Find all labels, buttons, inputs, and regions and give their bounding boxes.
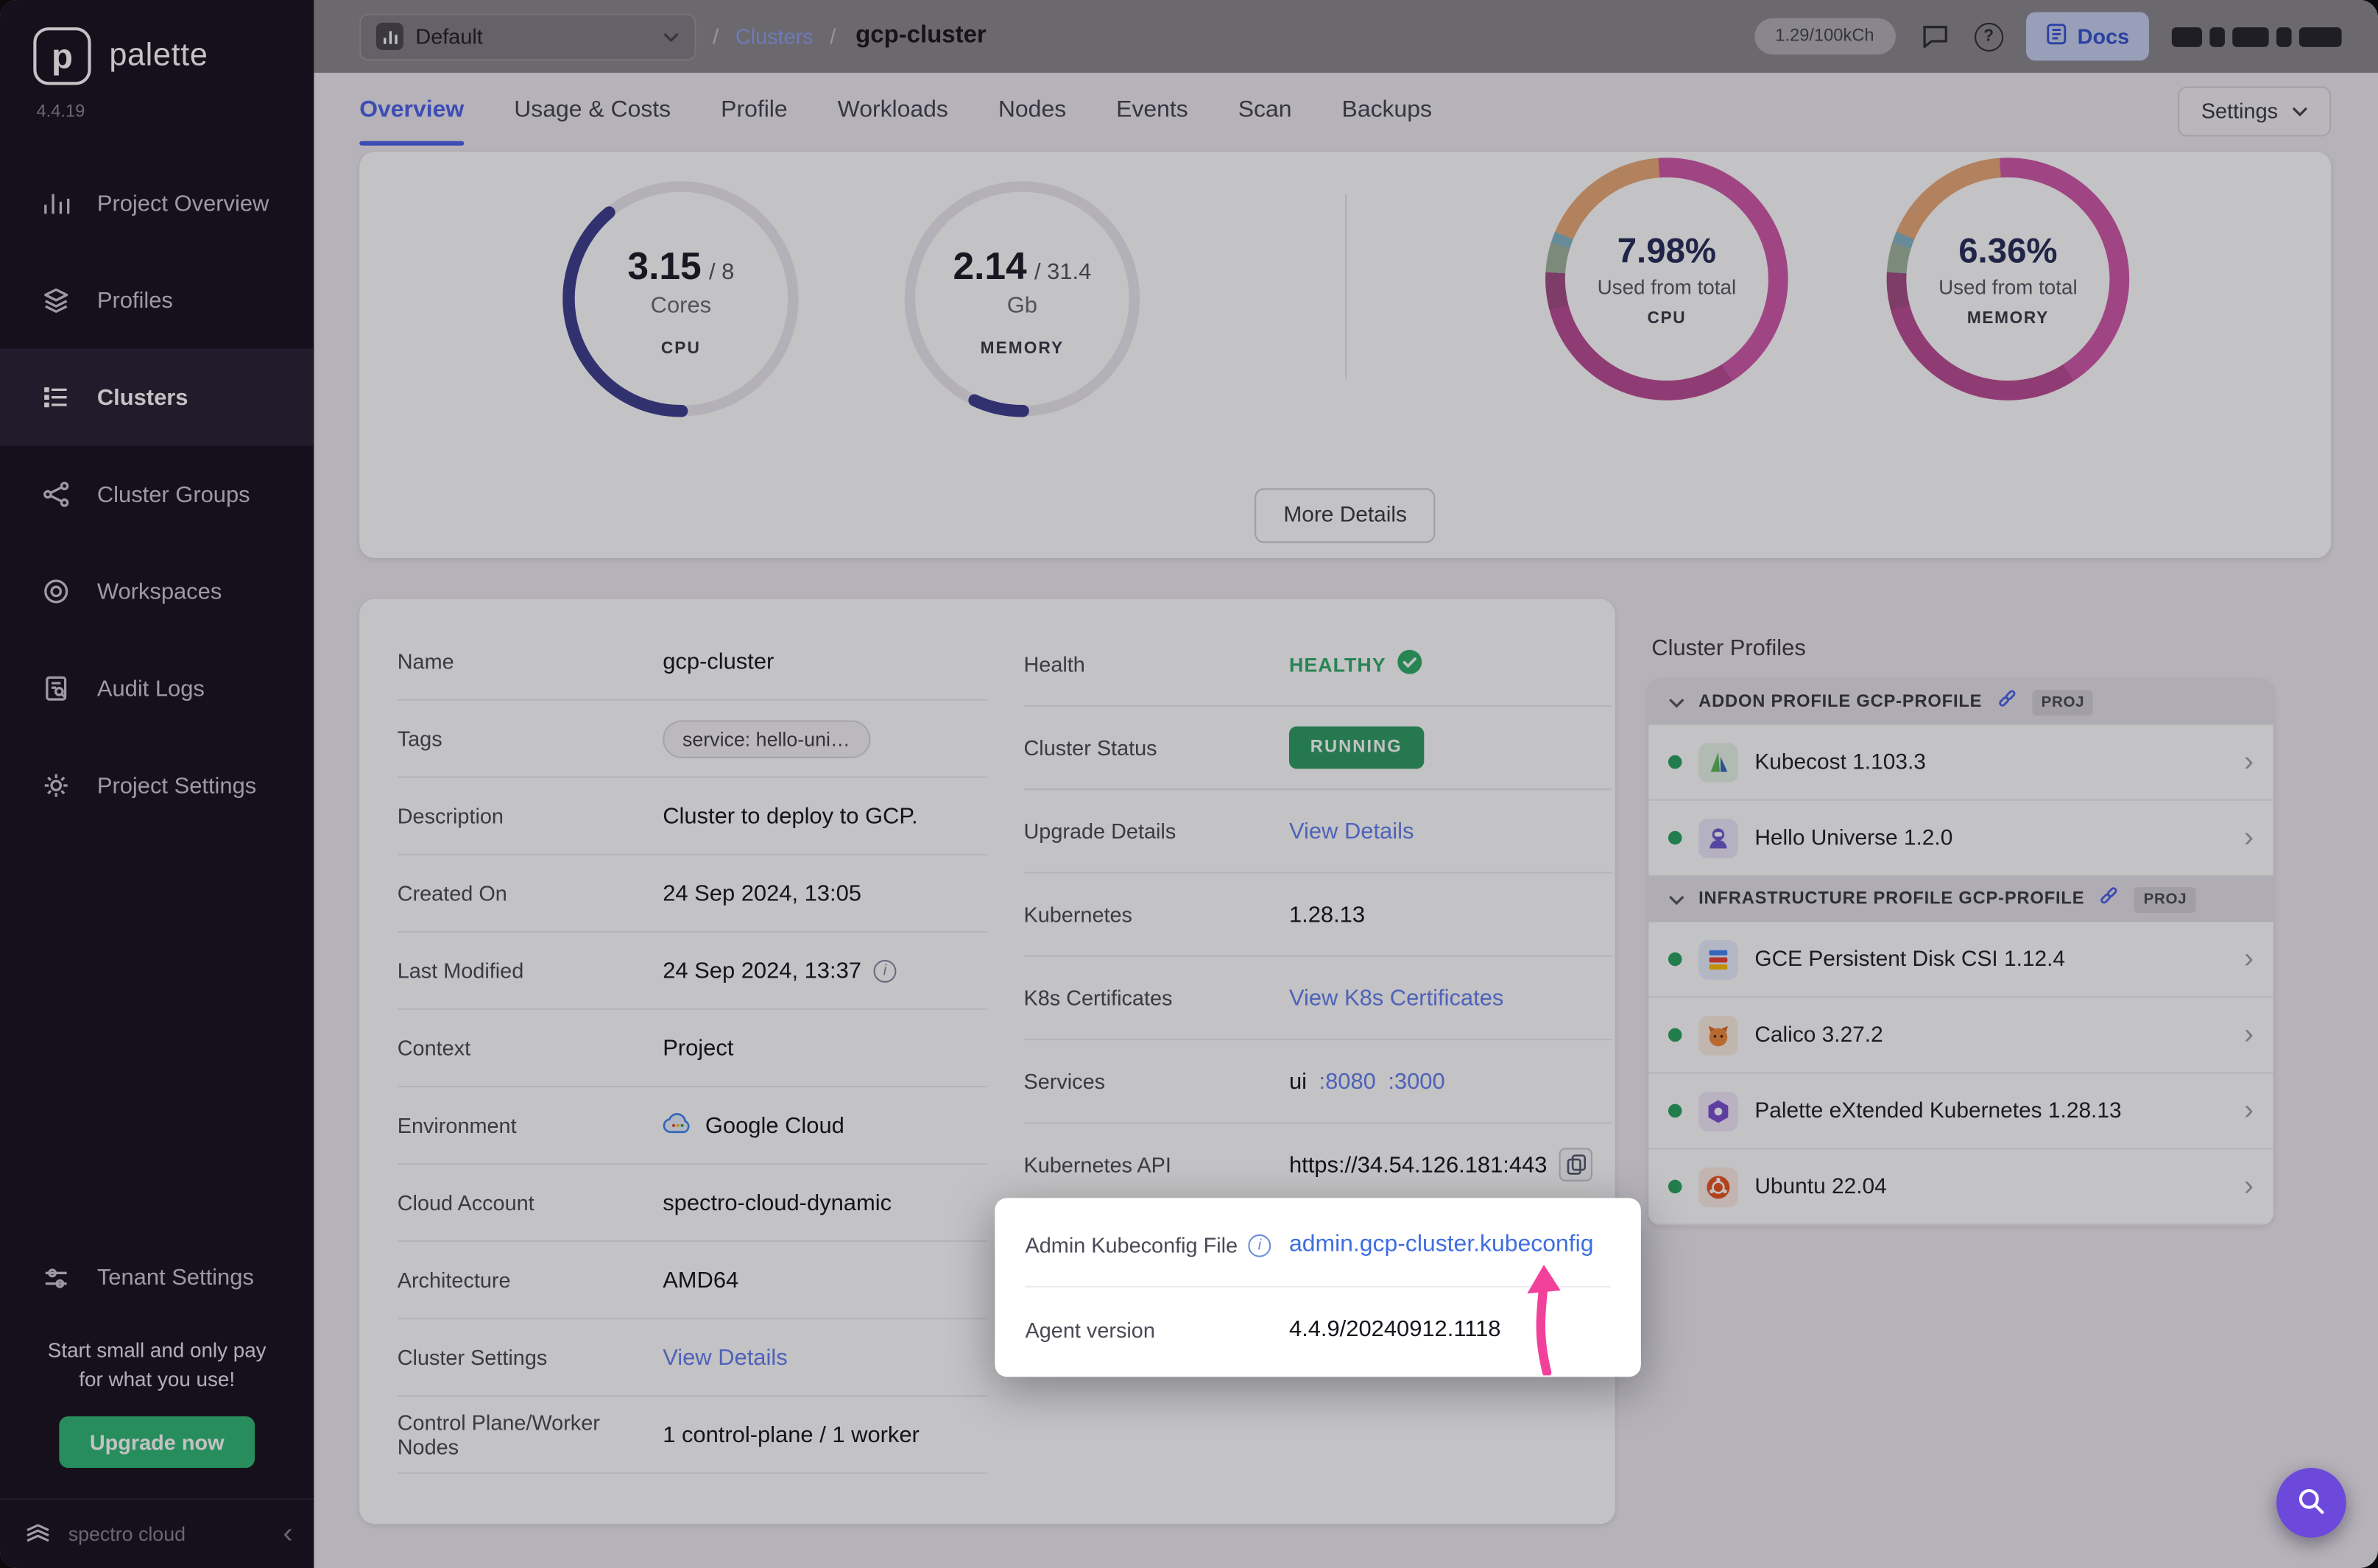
- info-icon[interactable]: i: [1248, 1234, 1271, 1257]
- highlight-arrow: [1520, 1263, 1568, 1383]
- screen: p palette 4.4.19 Project Overview Profil…: [0, 0, 2378, 1568]
- palette-app: p palette 4.4.19 Project Overview Profil…: [0, 0, 2378, 1568]
- search-icon: [2295, 1484, 2328, 1522]
- admin-kubeconfig-link[interactable]: admin.gcp-cluster.kubeconfig: [1289, 1232, 1594, 1259]
- search-fab[interactable]: [2276, 1468, 2346, 1538]
